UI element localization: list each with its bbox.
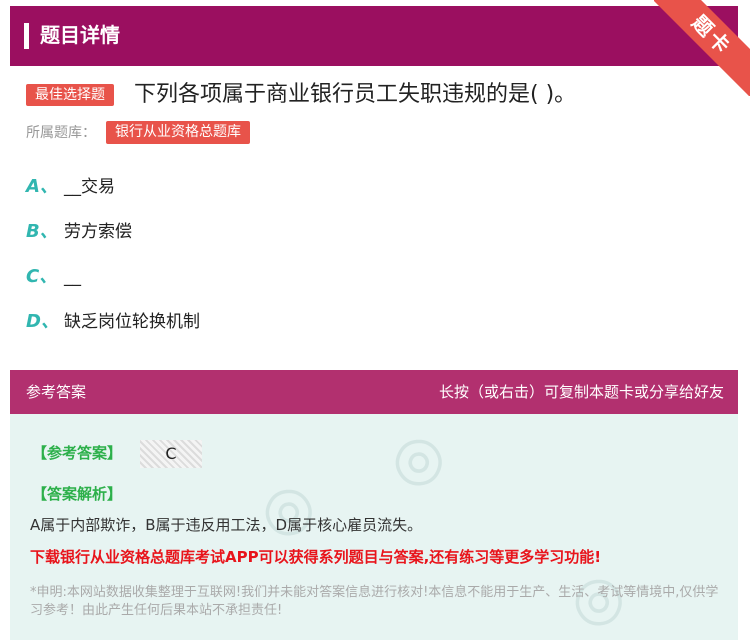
option-c[interactable]: C、 __ xyxy=(26,263,626,291)
option-letter: B、 xyxy=(26,221,58,242)
app-download-promo[interactable]: 下载银行从业资格总题库考试APP可以获得系列题目与答案,还有练习等更多学习功能! xyxy=(30,546,601,568)
option-letter: A、 xyxy=(26,176,58,197)
bank-tag[interactable]: 银行从业资格总题库 xyxy=(106,121,250,144)
question-row: 最佳选择题 下列各项属于商业银行员工失职违规的是( )。 xyxy=(26,80,736,110)
watermark-logo: ◎ xyxy=(244,465,328,553)
option-b[interactable]: B、 劳方索偿 xyxy=(26,218,626,246)
question-type-badge: 最佳选择题 xyxy=(26,84,114,106)
option-d[interactable]: D、 缺乏岗位轮换机制 xyxy=(26,308,626,336)
answer-header-title: 参考答案 xyxy=(26,383,87,401)
header-accent-bar xyxy=(24,23,29,49)
option-a[interactable]: A、 __交易 xyxy=(26,173,626,201)
disclaimer-text: *申明:本网站数据收集整理于互联网!我们并未能对答案信息进行核对!本信息不能用于… xyxy=(30,585,719,618)
answer-header: 参考答案 长按（或右击）可复制本题卡或分享给好友 xyxy=(10,370,738,414)
answer-panel: ◎ ◎ ◎ 【参考答案】 C 【答案解析】 A属于内部欺诈，B属于违反用工法，D… xyxy=(10,414,738,640)
option-text: __交易 xyxy=(64,177,115,197)
option-letter: D、 xyxy=(26,311,59,332)
option-text: 劳方索偿 xyxy=(64,222,132,242)
analysis-text: A属于内部欺诈，B属于违反用工法，D属于核心雇员流失。 xyxy=(30,516,423,534)
question-text: 下列各项属于商业银行员工失职违规的是( )。 xyxy=(134,82,577,107)
option-text: 缺乏岗位轮换机制 xyxy=(64,312,200,332)
reference-answer-value: C xyxy=(140,440,202,468)
watermark-logo: ◎ xyxy=(374,415,458,503)
page-header: 题目详情 xyxy=(10,6,738,66)
reference-answer-label: 【参考答案】 xyxy=(32,444,123,462)
share-hint: 长按（或右击）可复制本题卡或分享给好友 xyxy=(438,383,724,401)
option-letter: C、 xyxy=(26,266,58,287)
bank-label: 所属题库： xyxy=(26,125,96,141)
option-text: __ xyxy=(64,267,81,287)
analysis-label: 【答案解析】 xyxy=(32,485,123,503)
page-title: 题目详情 xyxy=(40,23,120,47)
